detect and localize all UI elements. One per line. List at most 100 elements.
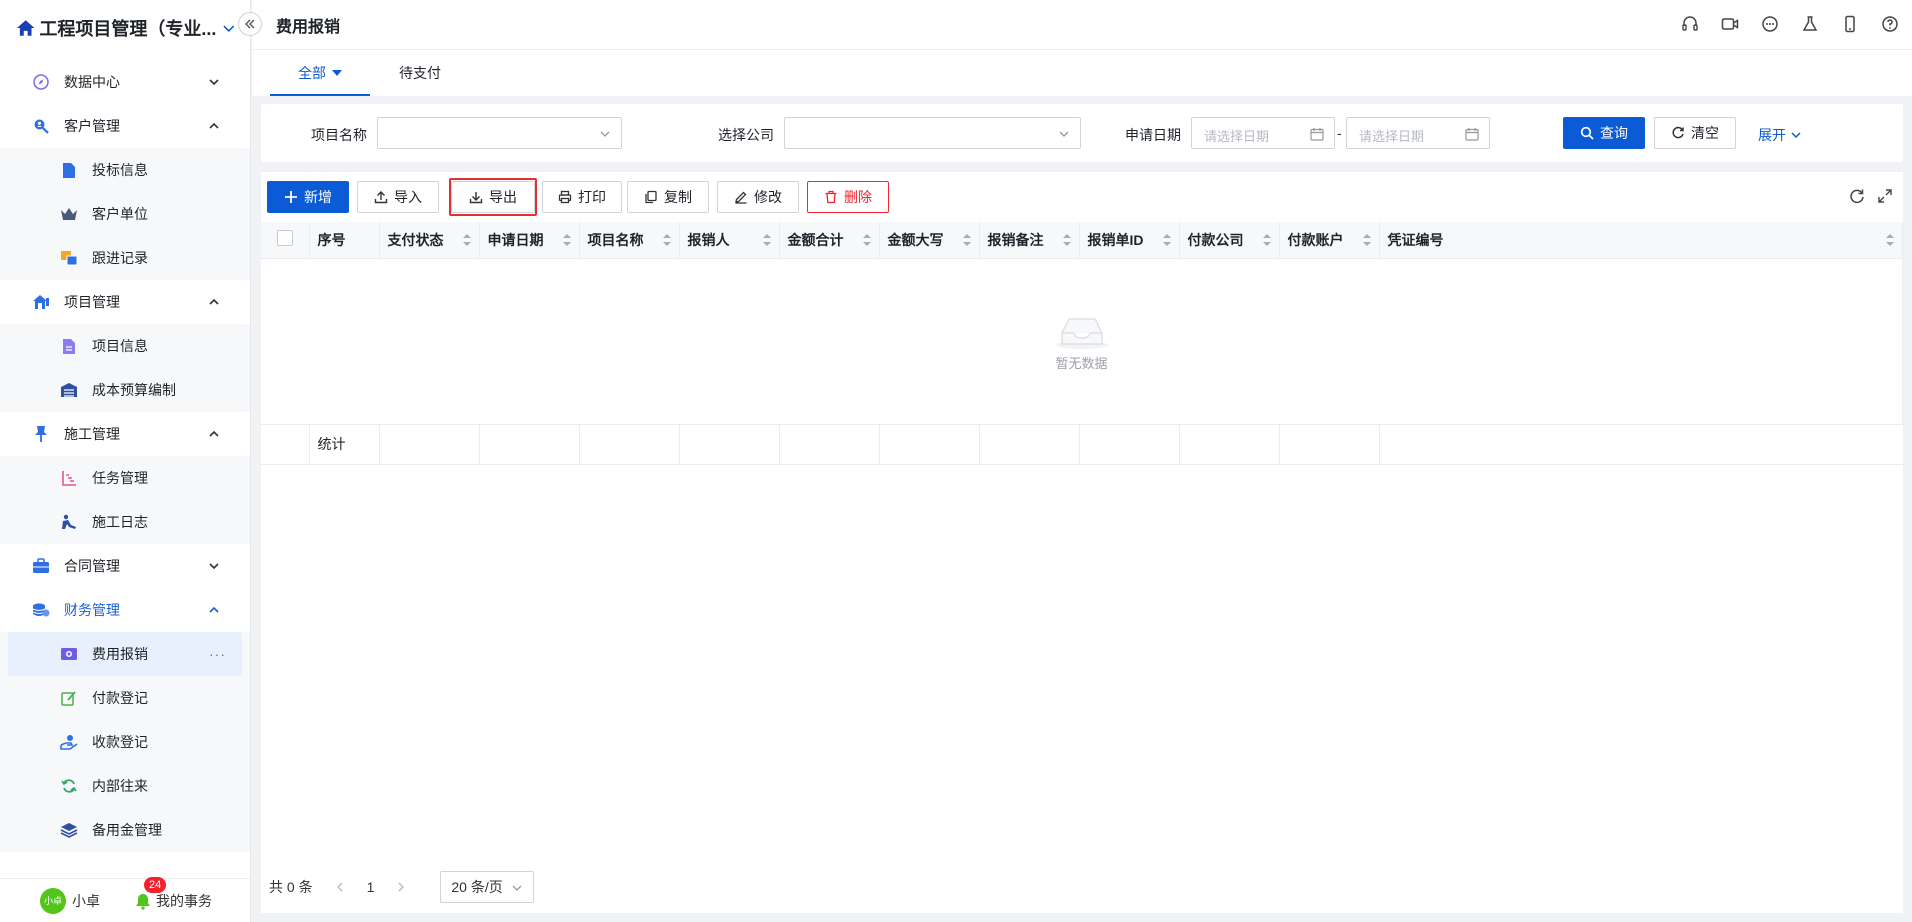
column-header[interactable]: 项目名称 <box>579 222 680 259</box>
sort-icon[interactable] <box>1262 234 1271 246</box>
print-button[interactable]: 打印 <box>542 181 622 213</box>
video-icon[interactable] <box>1720 14 1740 34</box>
expand-label: 展开 <box>1758 127 1786 143</box>
more-icon[interactable]: ··· <box>209 646 226 662</box>
table-cell <box>879 424 980 465</box>
delete-button[interactable]: 删除 <box>807 181 889 213</box>
collapse-sidebar-button[interactable] <box>238 12 262 36</box>
import-button[interactable]: 导入 <box>357 181 439 213</box>
user-search-icon <box>32 117 50 135</box>
chevron-up-icon <box>209 122 219 129</box>
sidebar-group-customer[interactable]: 客户管理 <box>8 104 242 148</box>
sidebar-item-expense-reimbursement[interactable]: 费用报销 ··· <box>8 632 242 676</box>
page-number[interactable]: 1 <box>367 879 375 895</box>
help-icon[interactable] <box>1880 14 1900 34</box>
tab-all[interactable]: 全部 <box>270 50 370 96</box>
sidebar-item-payment-register[interactable]: 付款登记 <box>8 676 242 720</box>
expand-link[interactable]: 展开 <box>1758 125 1802 145</box>
summary-row: 统计 <box>261 424 1903 465</box>
export-button[interactable]: 导出 <box>451 181 535 213</box>
page-size-select[interactable]: 20 条/页 <box>440 871 535 903</box>
sidebar-item-cost-budget[interactable]: 成本预算编制 <box>8 368 242 412</box>
app-header[interactable]: 工程项目管理（专业... <box>0 0 250 56</box>
column-header[interactable]: 付款公司 <box>1179 222 1280 259</box>
query-button[interactable]: 查询 <box>1563 117 1645 149</box>
column-header[interactable]: 报销单ID <box>1079 222 1180 259</box>
sort-icon[interactable] <box>562 234 571 246</box>
sort-icon[interactable] <box>762 234 771 246</box>
column-header-label: 金额合计 <box>787 231 844 248</box>
sidebar-item-receipt-register[interactable]: 收款登记 <box>8 720 242 764</box>
notification-badge: 24 <box>144 876 167 893</box>
home-icon <box>16 20 35 36</box>
sort-icon[interactable] <box>462 234 471 246</box>
flask-icon[interactable] <box>1800 14 1820 34</box>
avatar[interactable]: 小卓 <box>40 887 66 914</box>
project-name-select[interactable] <box>377 117 622 149</box>
sidebar-group-construction[interactable]: 施工管理 <box>8 412 242 456</box>
chat-icon[interactable] <box>1760 14 1780 34</box>
prev-page-icon[interactable] <box>333 880 347 894</box>
column-header[interactable]: 付款账户 <box>1279 222 1380 259</box>
sidebar-item-follow-record[interactable]: 跟进记录 <box>8 236 242 280</box>
chevron-down-icon <box>512 885 522 891</box>
mobile-icon[interactable] <box>1840 14 1860 34</box>
date-end-input[interactable]: 请选择日期 <box>1346 117 1490 149</box>
sidebar-item-task-management[interactable]: 任务管理 <box>8 456 242 500</box>
sidebar-item-customer-unit[interactable]: 客户单位 <box>8 192 242 236</box>
user-name[interactable]: 小卓 <box>72 891 100 911</box>
refresh-icon[interactable] <box>1849 188 1865 204</box>
column-header-label: 付款账户 <box>1287 231 1344 248</box>
table-cell <box>679 424 780 465</box>
sidebar-item-project-info[interactable]: 项目信息 <box>8 324 242 368</box>
sort-icon[interactable] <box>862 234 871 246</box>
sidebar-footer: 小卓 小卓 24 我的事务 <box>0 876 250 922</box>
sidebar-item-label: 投标信息 <box>92 162 148 178</box>
column-header[interactable]: 金额大写 <box>879 222 980 259</box>
pagination: 共 0 条 1 20 条/页 <box>269 871 535 903</box>
reset-icon <box>1671 126 1685 140</box>
add-button[interactable]: 新增 <box>267 181 349 213</box>
topbar-tools <box>1660 14 1900 34</box>
app-title: 工程项目管理（专业... <box>39 19 217 39</box>
sidebar-item-bid-info[interactable]: 投标信息 <box>8 148 242 192</box>
column-header[interactable]: 支付状态 <box>379 222 480 259</box>
my-tasks-button[interactable]: 24 我的事务 <box>134 876 212 911</box>
sidebar-item-internal-transfer[interactable]: 内部往来 <box>8 764 242 808</box>
column-header-label: 付款公司 <box>1187 231 1244 248</box>
company-select[interactable] <box>784 117 1081 149</box>
sort-icon[interactable] <box>662 234 671 246</box>
calendar-icon <box>1310 128 1324 141</box>
edit-button[interactable]: 修改 <box>717 181 799 213</box>
column-header[interactable]: 申请日期 <box>479 222 580 259</box>
sidebar-item-petty-cash[interactable]: 备用金管理 <box>8 808 242 852</box>
sidebar-group-contract[interactable]: 合同管理 <box>8 544 242 588</box>
sort-icon[interactable] <box>1886 234 1894 246</box>
tab-pending-payment[interactable]: 待支付 <box>370 50 470 96</box>
page-size-value: 20 条/页 <box>451 879 503 895</box>
headset-icon[interactable] <box>1680 14 1700 34</box>
next-page-icon[interactable] <box>394 880 408 894</box>
data-table: 序号 支付状态 申请日期 项目名称 报销人 金额合计 金额大写 报销备注 报销单… <box>261 222 1903 465</box>
sort-icon[interactable] <box>1362 234 1371 246</box>
sort-icon[interactable] <box>1062 234 1071 246</box>
sort-icon[interactable] <box>962 234 971 246</box>
column-header[interactable]: 金额合计 <box>779 222 880 259</box>
column-header[interactable]: 报销人 <box>679 222 780 259</box>
house-icon <box>32 293 50 311</box>
sidebar-group-data-center[interactable]: 数据中心 <box>8 60 242 104</box>
copy-button[interactable]: 复制 <box>627 181 709 213</box>
sort-icon[interactable] <box>1162 234 1171 246</box>
page-title: 费用报销 <box>276 18 341 36</box>
clear-button[interactable]: 清空 <box>1654 117 1736 149</box>
fullscreen-icon[interactable] <box>1877 188 1893 204</box>
sidebar-item-construction-log[interactable]: 施工日志 <box>8 500 242 544</box>
copy-label: 复制 <box>664 189 692 205</box>
chevron-down-icon[interactable] <box>222 21 236 35</box>
date-start-input[interactable]: 请选择日期 <box>1191 117 1335 149</box>
sidebar-group-project[interactable]: 项目管理 <box>8 280 242 324</box>
column-header[interactable]: 报销备注 <box>979 222 1080 259</box>
select-all-checkbox[interactable] <box>277 230 293 247</box>
column-header[interactable]: 凭证编号 <box>1379 222 1903 259</box>
sidebar-group-finance[interactable]: 财务管理 <box>8 588 242 632</box>
